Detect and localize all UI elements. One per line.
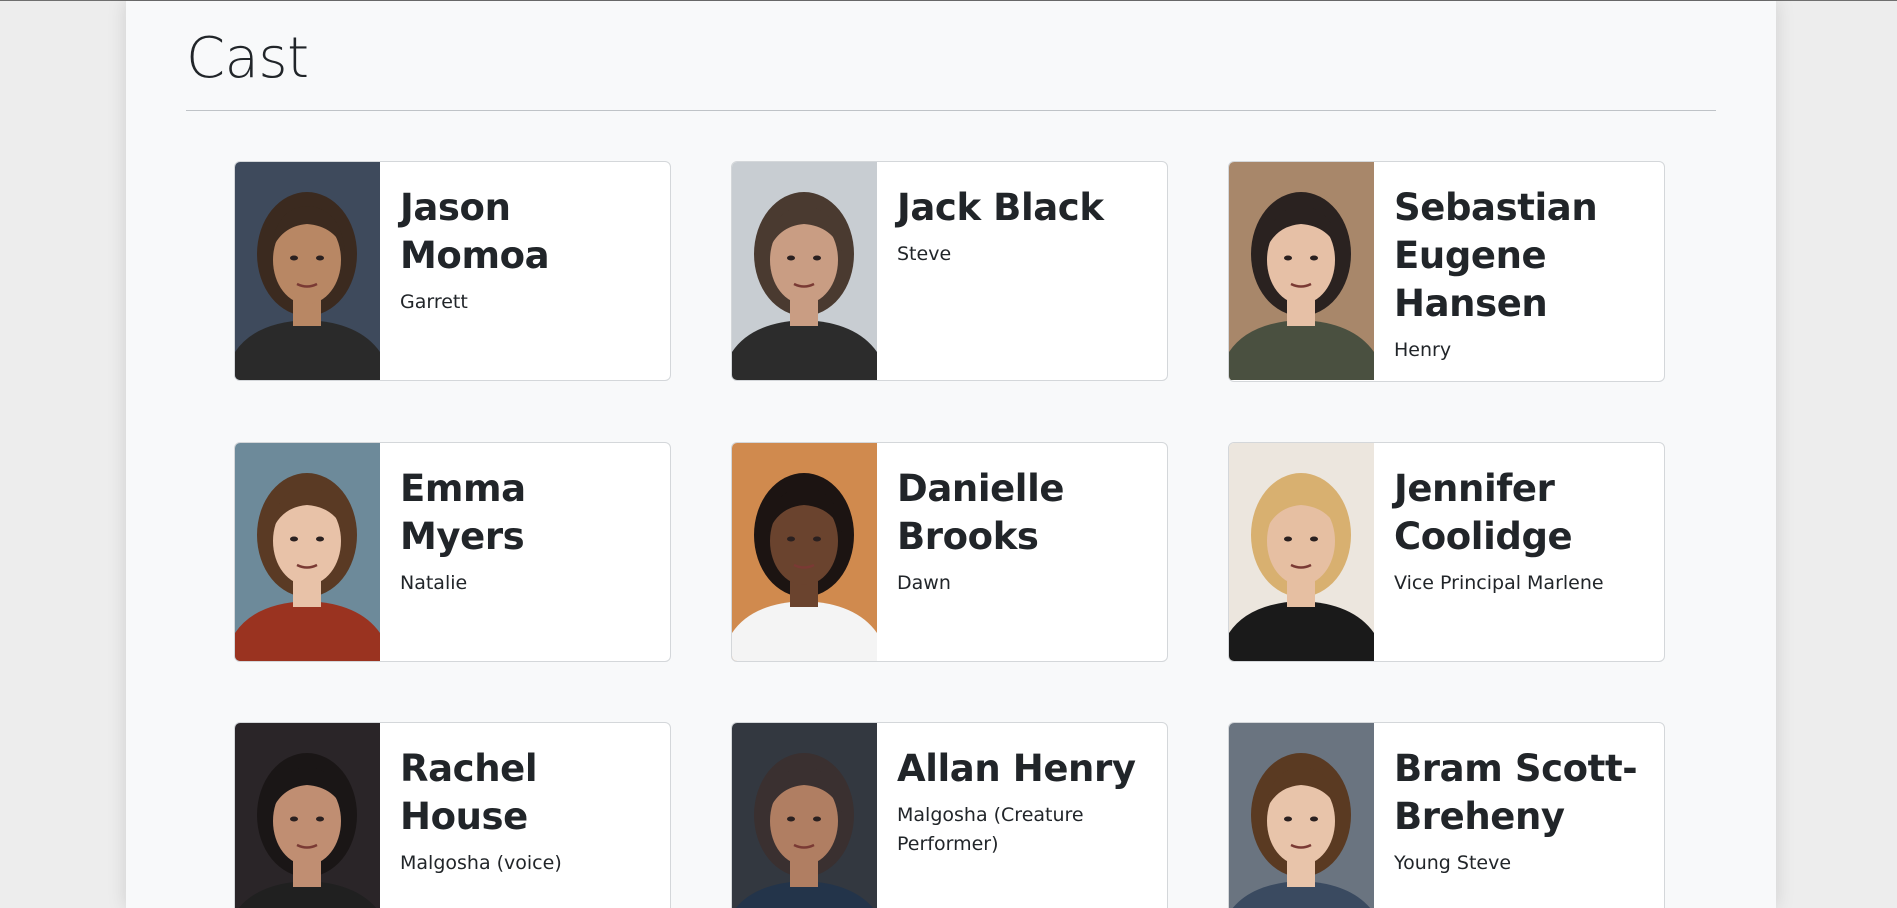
actor-name[interactable]: Danielle Brooks — [897, 465, 1151, 561]
title-divider — [186, 110, 1716, 111]
portrait-image — [235, 723, 380, 908]
actor-name[interactable]: Rachel House — [400, 745, 654, 841]
cast-card[interactable]: Jason Momoa Garrett — [234, 161, 671, 381]
portrait-image — [1229, 443, 1374, 661]
cast-card-info: Jack Black Steve — [877, 162, 1167, 380]
cast-card[interactable]: Danielle Brooks Dawn — [731, 442, 1168, 662]
cast-card[interactable]: Jennifer Coolidge Vice Principal Marlene — [1228, 442, 1665, 662]
portrait-image — [1229, 162, 1374, 380]
cast-card[interactable]: Bram Scott-Breheny Young Steve — [1228, 722, 1665, 908]
actor-name[interactable]: Jack Black — [897, 184, 1151, 232]
cast-card[interactable]: Allan Henry Malgosha (Creature Performer… — [731, 722, 1168, 908]
portrait-image — [1229, 723, 1374, 908]
actor-photo — [732, 723, 877, 908]
character-name: Dawn — [897, 572, 951, 594]
character-name: Malgosha (Creature Performer) — [897, 804, 1084, 855]
character-name: Henry — [1394, 339, 1452, 361]
cast-card-info: Danielle Brooks Dawn — [877, 443, 1167, 661]
actor-photo — [235, 723, 380, 908]
actor-name[interactable]: Jennifer Coolidge — [1394, 465, 1648, 561]
cast-card[interactable]: Rachel House Malgosha (voice) — [234, 722, 671, 908]
character-name: Natalie — [400, 572, 468, 594]
actor-name[interactable]: Sebastian Eugene Hansen — [1394, 184, 1648, 328]
cast-page: Cast Jason Momoa Garrett Jack Black Stev… — [126, 1, 1776, 908]
character-name: Vice Principal Marlene — [1394, 572, 1604, 594]
character-name: Steve — [897, 243, 952, 265]
cast-card[interactable]: Jack Black Steve — [731, 161, 1168, 381]
cast-grid: Jason Momoa Garrett Jack Black Steve Seb… — [234, 161, 1666, 908]
cast-card-info: Sebastian Eugene Hansen Henry — [1374, 162, 1664, 381]
actor-photo — [1229, 443, 1374, 661]
portrait-image — [235, 162, 380, 380]
portrait-image — [235, 443, 380, 661]
cast-card-info: Rachel House Malgosha (voice) — [380, 723, 670, 908]
actor-photo — [235, 443, 380, 661]
portrait-image — [732, 723, 877, 908]
actor-photo — [235, 162, 380, 380]
cast-card-info: Bram Scott-Breheny Young Steve — [1374, 723, 1664, 908]
actor-name[interactable]: Emma Myers — [400, 465, 654, 561]
character-name: Young Steve — [1394, 852, 1512, 874]
portrait-image — [732, 443, 877, 661]
portrait-image — [732, 162, 877, 380]
character-name: Garrett — [400, 291, 468, 313]
character-name: Malgosha (voice) — [400, 852, 562, 874]
actor-photo — [1229, 162, 1374, 380]
actor-name[interactable]: Allan Henry — [897, 745, 1151, 793]
cast-card-info: Jennifer Coolidge Vice Principal Marlene — [1374, 443, 1664, 661]
actor-photo — [1229, 723, 1374, 908]
cast-card[interactable]: Sebastian Eugene Hansen Henry — [1228, 161, 1665, 382]
page-title: Cast — [186, 26, 309, 91]
cast-card-info: Jason Momoa Garrett — [380, 162, 670, 380]
cast-card[interactable]: Emma Myers Natalie — [234, 442, 671, 662]
actor-name[interactable]: Bram Scott-Breheny — [1394, 745, 1648, 841]
actor-name[interactable]: Jason Momoa — [400, 184, 654, 280]
cast-card-info: Emma Myers Natalie — [380, 443, 670, 661]
actor-photo — [732, 162, 877, 380]
actor-photo — [732, 443, 877, 661]
cast-card-info: Allan Henry Malgosha (Creature Performer… — [877, 723, 1167, 908]
